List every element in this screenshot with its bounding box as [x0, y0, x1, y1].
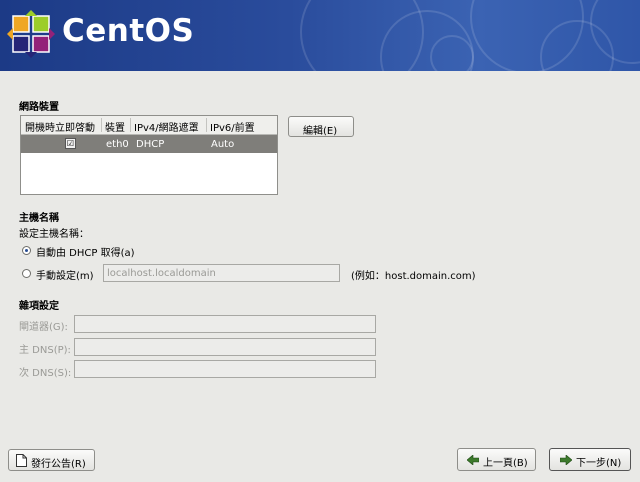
edit-button-label: 編輯(E) [303, 126, 338, 137]
hostname-example: (例如：host.domain.com) [351, 271, 476, 282]
auto-dhcp-label[interactable]: 自動由 DHCP 取得(a) [36, 244, 135, 259]
manual-hostname-label[interactable]: 手動設定(m) [36, 267, 94, 282]
table-row[interactable]: ☑ eth0 DHCP Auto [21, 135, 277, 153]
ipv4-cell: DHCP [136, 139, 165, 150]
header-banner: CentOS [0, 0, 640, 71]
auto-dhcp-radio[interactable] [22, 246, 31, 255]
gateway-input[interactable] [74, 315, 376, 333]
hostname-input[interactable]: localhost.localdomain [103, 264, 340, 282]
edit-button[interactable]: 編輯(E) [288, 116, 354, 137]
arrow-left-icon [467, 455, 479, 465]
misc-settings-title: 雜項設定 [19, 301, 59, 312]
column-header-onboot[interactable]: 開機時立即啓動 [25, 119, 95, 134]
secondary-dns-input[interactable] [74, 360, 376, 378]
back-button-label: 上一頁(B) [483, 458, 528, 469]
table-header: 開機時立即啓動 裝置 IPv4/網路遮罩 IPv6/前置 [21, 116, 277, 135]
next-button[interactable]: 下一步(N) [549, 448, 631, 471]
arrow-right-icon [560, 455, 572, 465]
release-notes-button[interactable]: 發行公告(R) [8, 449, 95, 471]
onboot-checkbox[interactable]: ☑ [65, 138, 76, 149]
network-devices-table[interactable]: 開機時立即啓動 裝置 IPv4/網路遮罩 IPv6/前置 ☑ eth0 DHCP… [20, 115, 278, 195]
network-devices-title: 網路裝置 [19, 102, 59, 113]
secondary-dns-label: 次 DNS(S): [19, 368, 72, 379]
next-button-label: 下一步(N) [576, 458, 622, 469]
hostname-subtitle: 設定主機名稱： [19, 229, 89, 240]
column-header-ipv6[interactable]: IPv6/前置 [210, 119, 255, 134]
primary-dns-input[interactable] [74, 338, 376, 356]
release-notes-label: 發行公告(R) [31, 459, 86, 470]
manual-hostname-radio[interactable] [22, 269, 31, 278]
column-header-device[interactable]: 裝置 [105, 119, 125, 134]
primary-dns-label: 主 DNS(P): [19, 345, 71, 356]
brand-name: CentOS [62, 13, 195, 49]
hostname-title: 主機名稱 [19, 213, 59, 224]
document-icon [16, 454, 27, 467]
ipv6-cell: Auto [211, 139, 235, 150]
gateway-label: 閘道器(G): [19, 322, 68, 333]
column-header-ipv4[interactable]: IPv4/網路遮罩 [134, 119, 199, 134]
centos-logo-icon [7, 10, 55, 58]
device-cell: eth0 [106, 139, 129, 150]
back-button[interactable]: 上一頁(B) [457, 448, 536, 471]
